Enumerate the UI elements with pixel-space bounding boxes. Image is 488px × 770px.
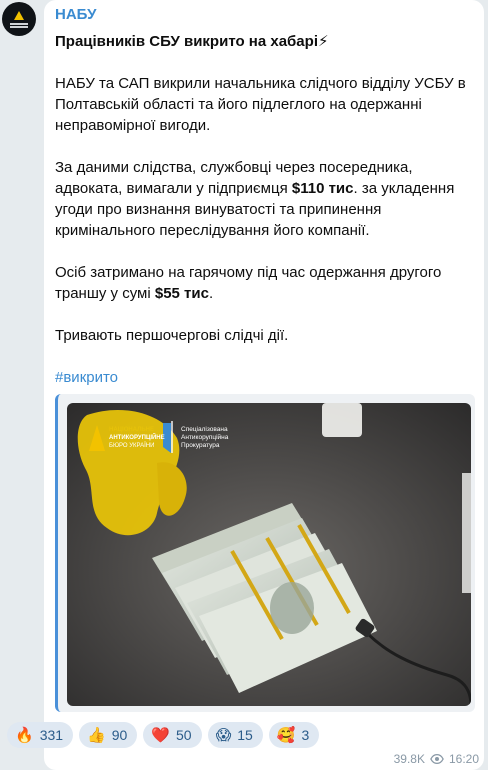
- channel-avatar[interactable]: [2, 2, 36, 36]
- nabu-logo-line: НАЦІОНАЛЬНЕ: [109, 427, 154, 433]
- reaction-thumbs-up[interactable]: 👍 90: [79, 722, 138, 748]
- avatar-line: [10, 25, 28, 28]
- thumbs-up-icon: 👍: [87, 726, 106, 744]
- p3-text-c: .: [208, 285, 214, 302]
- heart-icon: ❤️: [151, 726, 170, 744]
- reaction-count: 90: [111, 727, 128, 743]
- screaming-face-icon: 😱: [215, 726, 232, 744]
- reactions-bar: 🔥 331 👍 90 ❤️ 50 😱 15 🥰 3: [7, 722, 320, 748]
- channel-name[interactable]: НАБУ: [55, 6, 96, 23]
- reaction-count: 331: [39, 727, 64, 743]
- reaction-heart[interactable]: ❤️ 50: [143, 722, 202, 748]
- nabu-logo-icon: [14, 10, 24, 20]
- sap-logo-line: Спеціалізована: [181, 425, 228, 433]
- message-text: Працівників СБУ викрито на хабарі⚡ НАБУ …: [55, 31, 477, 409]
- message-meta: 39.8K 16:20: [394, 752, 479, 766]
- media-preview: НАЦІОНАЛЬНЕ АНТИКОРУПЦІЙНЕ БЮРО УКРАЇНИ …: [55, 394, 475, 712]
- avatar-line: [10, 22, 28, 25]
- amount-110: $110 тис: [291, 180, 354, 197]
- photo-illustration: НАЦІОНАЛЬНЕ АНТИКОРУПЦІЙНЕ БЮРО УКРАЇНИ …: [67, 403, 471, 706]
- sap-logo-line: Прокуратура: [181, 442, 220, 449]
- view-count: 39.8K: [393, 752, 425, 766]
- reaction-count: 3: [301, 727, 310, 743]
- hashtag-link[interactable]: #викрито: [55, 367, 477, 388]
- amount-55: $55 тис: [154, 285, 209, 302]
- reaction-scream[interactable]: 😱 15: [207, 722, 263, 748]
- post-title: Працівників СБУ викрито на хабарі⚡: [55, 33, 329, 50]
- reaction-count: 15: [237, 727, 253, 743]
- eye-icon: [430, 753, 444, 765]
- nabu-logo-line: БЮРО УКРАЇНИ: [109, 442, 154, 449]
- post-paragraph-3: Осіб затримано на гарячому під час одерж…: [55, 262, 477, 304]
- message-bubble: НАБУ Працівників СБУ викрито на хабарі⚡ …: [44, 0, 484, 770]
- sap-logo-line: Антикорупційна: [181, 433, 229, 441]
- post-paragraph-4: Тривають першочергові слідчі дії.: [55, 327, 289, 344]
- reaction-count: 50: [176, 727, 192, 743]
- reaction-fire[interactable]: 🔥 331: [7, 722, 74, 748]
- photo-cash-bundles[interactable]: НАЦІОНАЛЬНЕ АНТИКОРУПЦІЙНЕ БЮРО УКРАЇНИ …: [67, 403, 471, 706]
- post-paragraph-1: НАБУ та САП викрили начальника слідчого …: [55, 75, 466, 134]
- post-paragraph-2: За даними слідства, службовці через посе…: [55, 157, 477, 241]
- nabu-logo-line: АНТИКОРУПЦІЙНЕ: [109, 433, 165, 441]
- smiling-hearts-icon: 🥰: [276, 726, 296, 744]
- fire-icon: 🔥: [15, 726, 34, 744]
- p3-text-a: Осіб затримано на гарячому під час одерж…: [55, 264, 442, 302]
- message-time: 16:20: [448, 752, 479, 766]
- reaction-smiling-hearts[interactable]: 🥰 3: [268, 722, 320, 748]
